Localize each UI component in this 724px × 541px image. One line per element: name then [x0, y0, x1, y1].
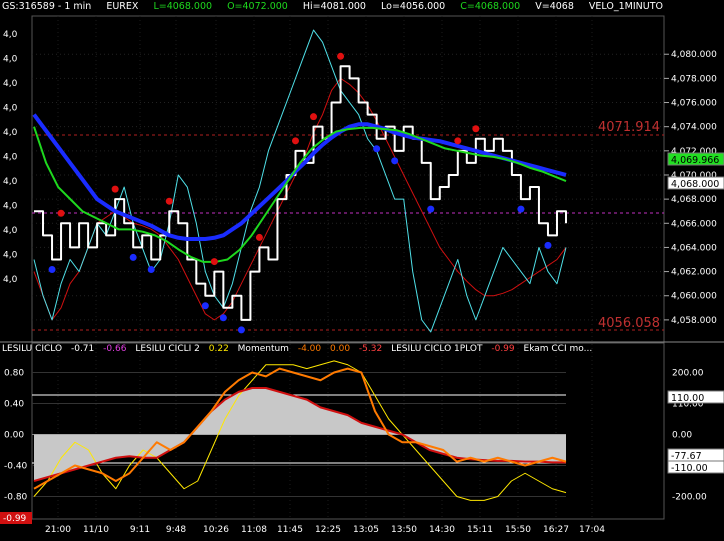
- cci-label: Ekam CCI mo...: [523, 344, 593, 354]
- osc-tick-label: -0.80: [4, 493, 28, 503]
- swing-low-dot: [48, 266, 56, 274]
- time-label: 9:48: [166, 525, 186, 535]
- osc-right-tick-label: 200.00: [672, 369, 704, 379]
- left-tick-label: 4,0: [3, 55, 18, 65]
- chart-window: 4,080.000 4,078.000 4,076.000 4,074.000 4,07…: [0, 0, 724, 537]
- price-tick-label: 4,080.000: [671, 50, 717, 60]
- swing-low-dot: [237, 326, 245, 334]
- left-tick-label: 4,0: [3, 79, 18, 89]
- swing-high-dot: [165, 197, 173, 205]
- osc-right-tick-label: 0.00: [672, 431, 692, 441]
- plot-value: -0.99: [491, 344, 515, 354]
- close-value: C=4068.000: [460, 1, 521, 12]
- lo-value: Lo=4056.000: [381, 1, 446, 12]
- swing-high-dot: [310, 113, 318, 121]
- time-label: 9:11: [130, 525, 150, 535]
- low-value: L=4068.000: [153, 1, 213, 12]
- left-tick-label: 4,0: [3, 202, 18, 212]
- current-price-badge: 4,068.000: [671, 179, 719, 190]
- osc-tick-label: 0.80: [4, 369, 24, 379]
- indicator-legend: LESILU CICLO -0.71 -0.66 LESILU CICLI 2 …: [2, 344, 598, 354]
- momentum-value-1: -4.00: [297, 344, 322, 354]
- chart-canvas: 4,080.0004,078.0004,076.0004,074.0004,07…: [0, 0, 724, 537]
- time-label: 10:26: [203, 525, 229, 535]
- price-tick-label: 4,076.000: [671, 99, 717, 109]
- swing-low-dot: [544, 241, 552, 249]
- swing-low-dot: [427, 205, 435, 213]
- symbol-label: GS:316589 - 1 min: [2, 1, 92, 12]
- left-tick-label: 4,0: [3, 153, 18, 163]
- osc-tick-label: 0.00: [4, 431, 24, 441]
- study-label: VELO_1MINUTO: [588, 1, 663, 12]
- ciclo-label: LESILU CICLO: [2, 344, 63, 354]
- price-tick-label: 4,068.000: [671, 195, 717, 205]
- cci-upper-badge: 110.00: [671, 393, 704, 404]
- high-value: Hi=4081.000: [302, 1, 366, 12]
- swing-low-dot: [517, 205, 525, 213]
- left-tick-label: 4,0: [3, 226, 18, 236]
- swing-high-dot: [57, 209, 65, 217]
- swing-high-dot: [472, 125, 480, 133]
- left-badge: -0.99: [3, 514, 27, 524]
- price-tick-label: 4,058.000: [671, 316, 717, 326]
- chart-header: GS:316589 - 1 min EUREX L=4068.000 O=407…: [2, 1, 675, 12]
- left-tick-label: 4,0: [3, 275, 18, 285]
- swing-low-dot: [391, 157, 399, 165]
- cci-lower-badge: -110.00: [671, 463, 708, 474]
- time-label: 12:25: [315, 525, 341, 535]
- left-tick-label: 4,0: [3, 30, 18, 40]
- left-tick-label: 4,0: [3, 128, 18, 138]
- osc-tick-label: -0.40: [4, 462, 28, 472]
- price-tick-label: 4,066.000: [671, 219, 717, 229]
- swing-low-dot: [219, 314, 227, 322]
- swing-low-dot: [129, 253, 137, 261]
- volume-value: V=4068: [535, 1, 574, 12]
- swing-low-dot: [373, 145, 381, 153]
- momentum-label: Momentum: [237, 344, 289, 354]
- swing-high-dot: [337, 52, 345, 60]
- swing-high-dot: [454, 137, 462, 145]
- cci-value-badge: -77.67: [671, 451, 702, 462]
- cicli2-label: LESILU CICLI 2: [135, 344, 200, 354]
- swing-high-dot: [255, 233, 263, 241]
- time-label: 21:00: [45, 525, 71, 535]
- swing-low-dot: [147, 266, 155, 274]
- osc-tick-label: 0.40: [4, 400, 24, 410]
- plot-label: LESILU CICLO 1PLOT: [391, 344, 483, 354]
- time-label: 11:08: [241, 525, 267, 535]
- ciclo-value-2: -0.66: [103, 344, 127, 354]
- swing-high-dot: [291, 137, 299, 145]
- left-tick-label: 4,0: [3, 177, 18, 187]
- swing-low-dot: [201, 302, 209, 310]
- price-tick-label: 4,060.000: [671, 292, 717, 302]
- left-tick-label: 4,0: [3, 251, 18, 261]
- osc-right-tick-label: -200.00: [672, 493, 707, 503]
- ciclo-value-1: -0.71: [70, 344, 95, 354]
- time-label: 11:45: [277, 525, 303, 535]
- open-value: O=4072.000: [227, 1, 288, 12]
- momentum-value-2: 0.00: [330, 344, 351, 354]
- time-label: 13:50: [391, 525, 417, 535]
- price-tick-label: 4,064.000: [671, 243, 717, 253]
- momentum-value-3: -5.32: [358, 344, 383, 354]
- cicli2-value: 0.22: [208, 344, 229, 354]
- price-tick-label: 4,062.000: [671, 268, 717, 278]
- time-label: 15:50: [505, 525, 531, 535]
- time-label: 14:30: [429, 525, 455, 535]
- exchange-label: EUREX: [106, 1, 139, 12]
- left-tick-label: 4,0: [3, 104, 18, 114]
- time-label: 13:05: [353, 525, 379, 535]
- price-tick-label: 4,078.000: [671, 74, 717, 84]
- upper-level-label: 4071.914: [598, 120, 660, 135]
- green-badge: 4,069.966: [671, 155, 719, 166]
- time-label: 15:11: [467, 525, 493, 535]
- time-label: 16:27: [543, 525, 569, 535]
- swing-high-dot: [111, 185, 119, 193]
- swing-high-dot: [210, 258, 218, 266]
- lower-level-label: 4056.058: [598, 316, 660, 331]
- time-label: 17:04: [579, 525, 605, 535]
- time-label: 11/10: [83, 525, 109, 535]
- price-tick-label: 4,074.000: [671, 123, 717, 133]
